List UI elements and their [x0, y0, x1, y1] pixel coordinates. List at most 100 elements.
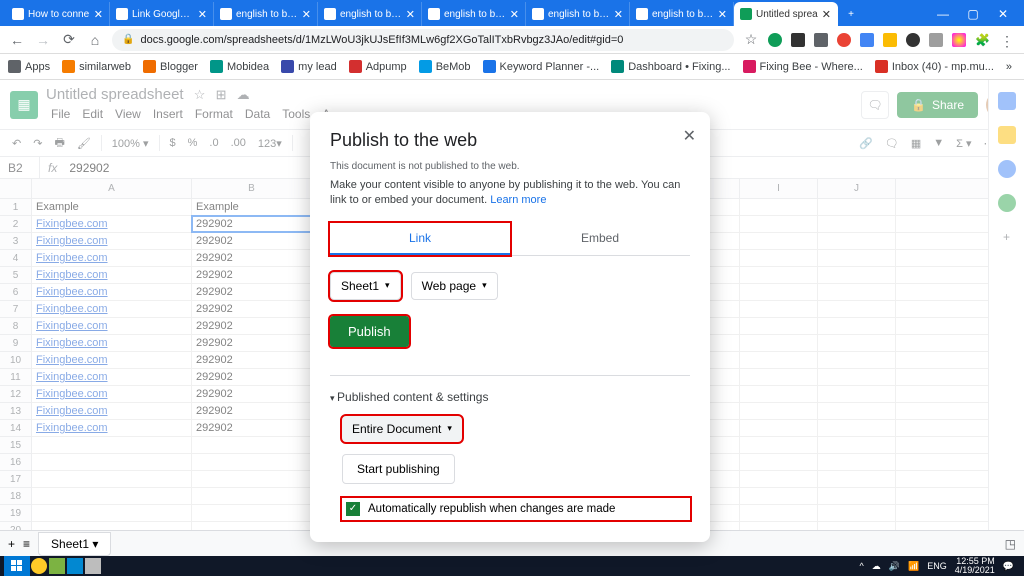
- cell[interactable]: [818, 488, 896, 504]
- cell[interactable]: Fixingbee.com: [32, 267, 192, 283]
- menu-insert[interactable]: Insert: [148, 105, 188, 123]
- ext-icon[interactable]: [952, 33, 966, 47]
- cell[interactable]: [740, 454, 818, 470]
- cell[interactable]: Fixingbee.com: [32, 420, 192, 436]
- close-tab-icon[interactable]: ✕: [718, 8, 727, 21]
- minimize-icon[interactable]: —: [928, 2, 958, 26]
- cell[interactable]: [818, 199, 896, 215]
- cell[interactable]: Fixingbee.com: [32, 250, 192, 266]
- cell[interactable]: [32, 437, 192, 453]
- bookmark-item[interactable]: Dashboard • Fixing...: [611, 60, 730, 73]
- row-header[interactable]: 12: [0, 386, 31, 403]
- cell[interactable]: [818, 386, 896, 402]
- cell[interactable]: [818, 284, 896, 300]
- row-header[interactable]: 2: [0, 216, 31, 233]
- cell[interactable]: [740, 233, 818, 249]
- cloud-icon[interactable]: ☁: [237, 87, 250, 102]
- cell[interactable]: [740, 284, 818, 300]
- format-select-dropdown[interactable]: Web page▾: [411, 272, 498, 300]
- row-header[interactable]: 16: [0, 454, 31, 471]
- decrease-decimal-button[interactable]: .0: [205, 135, 222, 151]
- row-header[interactable]: 9: [0, 335, 31, 352]
- cell[interactable]: [818, 352, 896, 368]
- close-tab-icon[interactable]: ✕: [510, 8, 519, 21]
- cell[interactable]: 292902: [192, 386, 312, 402]
- forward-icon[interactable]: →: [34, 32, 52, 48]
- cell[interactable]: [740, 403, 818, 419]
- paint-format-icon[interactable]: 🖌: [73, 135, 95, 152]
- chrome-icon[interactable]: [31, 558, 47, 574]
- row-header[interactable]: 6: [0, 284, 31, 301]
- bookmark-item[interactable]: Inbox (40) - mp.mu...: [875, 60, 994, 73]
- bookmark-item[interactable]: BeMob: [419, 60, 471, 73]
- move-icon[interactable]: ⊞: [216, 87, 227, 102]
- filter-icon[interactable]: ▼: [929, 135, 948, 151]
- row-header[interactable]: 19: [0, 505, 31, 522]
- cell[interactable]: [740, 301, 818, 317]
- cell[interactable]: 292902: [192, 420, 312, 436]
- language-indicator[interactable]: ENG: [927, 561, 947, 571]
- column-header[interactable]: I: [740, 179, 818, 198]
- row-header[interactable]: 14: [0, 420, 31, 437]
- comment-icon[interactable]: 🗨: [881, 135, 903, 152]
- cell[interactable]: 292902: [192, 369, 312, 385]
- ext-icon[interactable]: [883, 33, 897, 47]
- close-tab-icon[interactable]: ✕: [198, 8, 207, 21]
- row-header[interactable]: 15: [0, 437, 31, 454]
- tab-embed[interactable]: Embed: [510, 223, 690, 255]
- ext-icon[interactable]: [791, 33, 805, 47]
- cell[interactable]: [740, 250, 818, 266]
- ext-icon[interactable]: [837, 33, 851, 47]
- select-all-corner[interactable]: [0, 179, 32, 199]
- cell[interactable]: [818, 403, 896, 419]
- browser-tab[interactable]: How to conne✕: [6, 2, 110, 26]
- star-icon[interactable]: ☆: [194, 87, 206, 102]
- bookmark-item[interactable]: Blogger: [143, 60, 198, 73]
- cell[interactable]: [740, 437, 818, 453]
- cell[interactable]: [32, 471, 192, 487]
- cell[interactable]: 292902: [192, 403, 312, 419]
- cell[interactable]: [32, 488, 192, 504]
- cell[interactable]: Fixingbee.com: [32, 386, 192, 402]
- cell[interactable]: [818, 505, 896, 521]
- sheet-tab[interactable]: Sheet1 ▾: [38, 532, 111, 556]
- close-icon[interactable]: ✕: [683, 126, 696, 146]
- cell[interactable]: [818, 233, 896, 249]
- cell[interactable]: 292902: [192, 216, 312, 232]
- more-formats-button[interactable]: 123▾: [254, 135, 286, 152]
- cell[interactable]: [32, 505, 192, 521]
- tab-link[interactable]: Link: [330, 223, 510, 255]
- cell[interactable]: [740, 199, 818, 215]
- sheet-select-dropdown[interactable]: Sheet1▾: [330, 272, 401, 300]
- explorer-icon[interactable]: [67, 558, 83, 574]
- bookmark-item[interactable]: my lead: [281, 60, 337, 73]
- column-header[interactable]: B: [192, 179, 312, 198]
- keep-icon[interactable]: [998, 126, 1016, 144]
- percent-button[interactable]: %: [184, 135, 202, 151]
- redo-icon[interactable]: ↷: [29, 135, 46, 152]
- cell[interactable]: [192, 437, 312, 453]
- add-sheet-icon[interactable]: +: [8, 537, 15, 551]
- cell[interactable]: 292902: [192, 318, 312, 334]
- ext-icon[interactable]: [929, 33, 943, 47]
- bookmark-item[interactable]: Mobidea: [210, 60, 269, 73]
- bookmark-item[interactable]: Keyword Planner -...: [483, 60, 600, 73]
- cell[interactable]: [740, 335, 818, 351]
- cell[interactable]: [740, 488, 818, 504]
- cell[interactable]: Fixingbee.com: [32, 284, 192, 300]
- cell[interactable]: 292902: [192, 233, 312, 249]
- share-button[interactable]: 🔒 Share: [897, 92, 978, 118]
- notifications-icon[interactable]: 💬: [1003, 561, 1014, 572]
- cell[interactable]: [192, 488, 312, 504]
- row-header[interactable]: 3: [0, 233, 31, 250]
- kebab-icon[interactable]: ⋮: [998, 33, 1016, 47]
- row-header[interactable]: 5: [0, 267, 31, 284]
- close-icon[interactable]: ✕: [988, 2, 1018, 26]
- cell[interactable]: [818, 301, 896, 317]
- url-input[interactable]: 🔒 docs.google.com/spreadsheets/d/1MzLWoU…: [112, 29, 734, 51]
- cell[interactable]: [818, 420, 896, 436]
- row-header[interactable]: 13: [0, 403, 31, 420]
- cell[interactable]: [740, 216, 818, 232]
- puzzle-icon[interactable]: 🧩: [975, 33, 989, 47]
- entire-document-dropdown[interactable]: Entire Document▾: [342, 416, 462, 442]
